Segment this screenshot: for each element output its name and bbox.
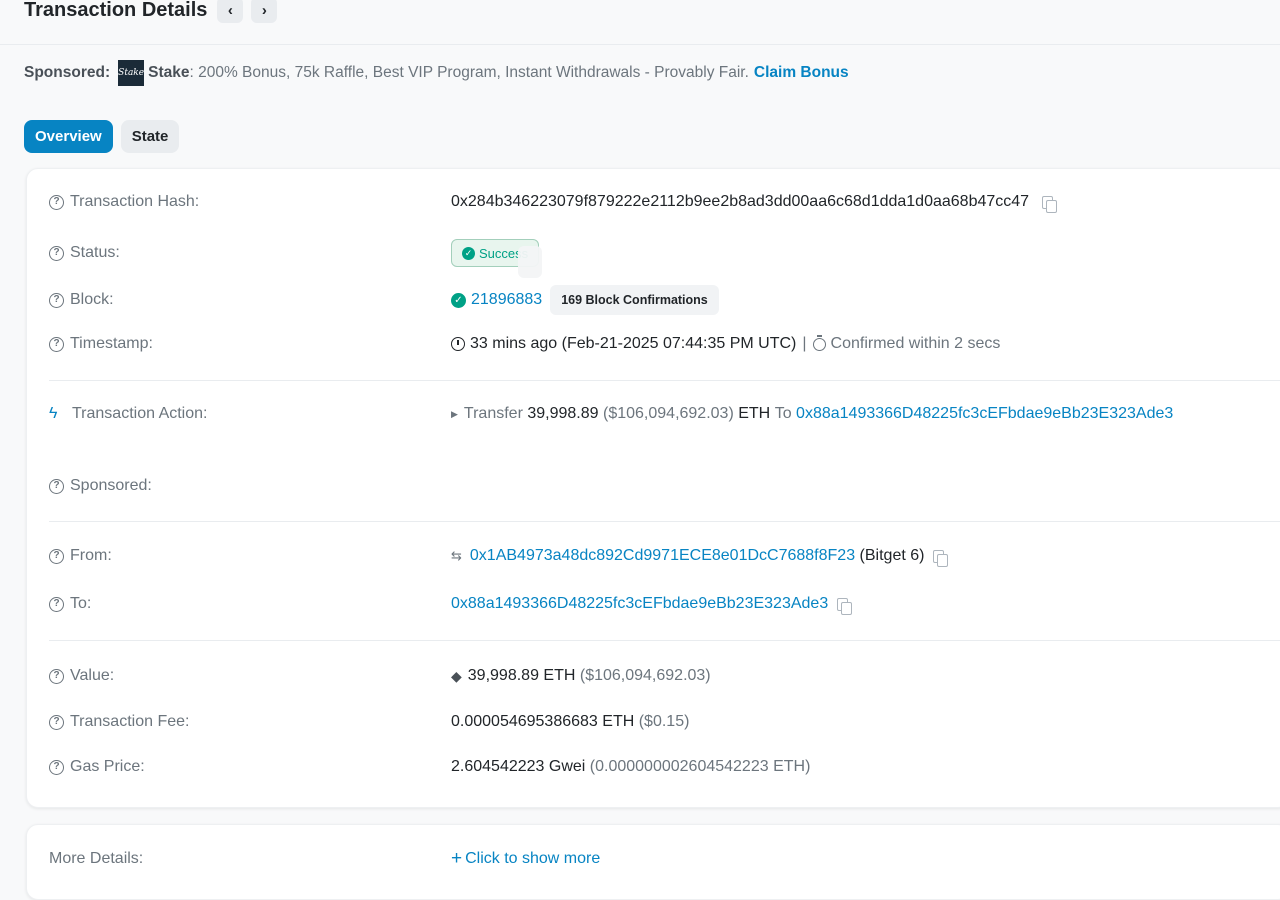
row-to: ? To: 0x88a1493366D48225fc3cEFbdae9eBb23E… [49,595,1280,615]
row-status: ? Status: ✓ Success [49,239,1280,267]
row-transaction-fee: ? Transaction Fee: 0.000054695386683 ETH … [49,713,1280,731]
transaction-hash-label: Transaction Hash: [70,193,200,210]
tooltip-ghost [518,246,542,278]
ethereum-icon: ◆ [451,667,462,684]
fee-amount: 0.000054695386683 ETH [451,713,635,730]
row-value: ? Value: ◆ 39,998.89 ETH ($106,094,692.03… [49,667,1280,685]
page-title: Transaction Details [24,0,208,21]
from-address-link[interactable]: 0x1AB4973a48dc892Cd9971ECE8e01DcC7688f8F… [470,547,855,565]
block-label: Block: [70,291,114,308]
claim-bonus-link[interactable]: Claim Bonus [754,64,849,82]
row-transaction-hash: ? Transaction Hash: 0x284b346223079f87922… [49,193,1280,213]
row-transaction-action: ϟ Transaction Action: ▶ Transfer 39,998.8… [49,405,1280,423]
help-icon[interactable]: ? [49,596,64,612]
block-confirmations-badge: 169 Block Confirmations [550,285,719,315]
lightning-icon: ϟ [49,405,58,422]
section-divider [49,640,1280,641]
timestamp-value: 33 mins ago (Feb-21-2025 07:44:35 PM UTC… [470,335,797,352]
gas-price-label: Gas Price: [70,758,145,775]
help-icon[interactable]: ? [49,245,64,261]
gas-price-eth: (0.000000002604542223 ETH) [589,758,811,775]
transfer-arrows-icon: ⇆ [451,548,462,563]
stopwatch-icon [812,334,826,351]
section-divider [49,521,1280,522]
sponsor-brand: Stake [148,64,190,81]
timestamp-label: Timestamp: [70,335,153,352]
next-transaction-button[interactable]: › [251,0,278,23]
confirmed-within-text: Confirmed within 2 secs [830,335,1001,352]
help-icon[interactable]: ? [49,714,64,730]
copy-icon[interactable] [933,549,949,567]
help-icon[interactable]: ? [49,759,64,775]
tab-overview[interactable]: Overview [24,120,113,153]
to-address-link[interactable]: 0x88a1493366D48225fc3cEFbdae9eBb23E323Ad… [451,595,828,613]
status-label: Status: [70,244,120,261]
help-icon[interactable]: ? [49,478,64,494]
row-more-details: More Details: + Click to show more [49,849,1280,868]
sponsored-label: Sponsored: [24,64,111,81]
sponsor-text: : 200% Bonus, 75k Raffle, Best VIP Progr… [189,64,749,81]
transaction-fee-label: Transaction Fee: [70,713,190,730]
transaction-overview-card: ? Transaction Hash: 0x284b346223079f87922… [26,168,1280,808]
row-from: ? From: ⇆ 0x1AB4973a48dc892Cd9971ECE8e01D… [49,547,1280,567]
transaction-action-label: Transaction Action: [72,405,208,422]
timestamp-separator: | [802,335,807,352]
help-icon[interactable]: ? [49,292,64,308]
value-usd: ($106,094,692.03) [579,667,711,684]
action-unit: ETH [738,405,771,422]
help-icon[interactable]: ? [49,194,64,210]
from-address-tag: (Bitget 6) [859,547,925,564]
plus-icon: + [451,848,463,869]
action-verb: Transfer [463,405,523,422]
tab-state[interactable]: State [120,120,180,153]
page-header: Transaction Details ‹ › [24,0,278,26]
fee-usd: ($0.15) [638,713,690,730]
help-icon[interactable]: ? [49,336,64,352]
sponsored-row-label: Sponsored: [70,477,152,494]
more-details-card: More Details: + Click to show more [26,824,1280,900]
sponsored-banner: Sponsored: Stake Stake : 200% Bonus, 75k… [24,60,849,86]
show-more-text: Click to show more [465,849,601,867]
copy-icon[interactable] [1042,195,1058,213]
to-label: To: [70,595,92,612]
value-label: Value: [70,667,115,684]
row-timestamp: ? Timestamp: 33 mins ago (Feb-21-2025 07:… [49,334,1280,353]
caret-right-icon[interactable]: ▶ [451,409,458,420]
block-number-link[interactable]: 21896883 [471,291,542,309]
more-details-label: More Details: [49,849,144,867]
stake-logo[interactable]: Stake [118,60,145,86]
help-icon[interactable]: ? [49,668,64,684]
show-more-link[interactable]: + Click to show more [451,849,600,868]
row-sponsored: ? Sponsored: [49,477,1280,495]
transaction-hash-value: 0x284b346223079f879222e2112b9ee2b8ad3dd0… [451,193,1030,210]
row-block: ? Block: ✓ 21896883 169 Block Confirmatio… [49,285,1280,315]
section-divider [49,380,1280,381]
action-usd: ($106,094,692.03) [603,405,734,422]
action-to-address-link[interactable]: 0x88a1493366D48225fc3cEFbdae9eBb23E323Ad… [796,405,1173,423]
action-amount: 39,998.89 [527,405,599,422]
clock-icon [451,337,465,351]
check-circle-icon: ✓ [451,292,466,308]
header-divider [0,44,1280,45]
from-label: From: [70,547,112,564]
help-icon[interactable]: ? [49,548,64,564]
value-amount: 39,998.89 ETH [467,667,576,684]
action-to-word: To [774,405,792,422]
gas-price-amount: 2.604542223 Gwei [451,758,586,775]
prev-transaction-button[interactable]: ‹ [217,0,244,23]
copy-icon[interactable] [837,597,853,615]
detail-tabs: Overview State [24,120,180,153]
check-circle-icon: ✓ [462,246,475,260]
row-gas-price: ? Gas Price: 2.604542223 Gwei (0.00000000… [49,758,1280,776]
